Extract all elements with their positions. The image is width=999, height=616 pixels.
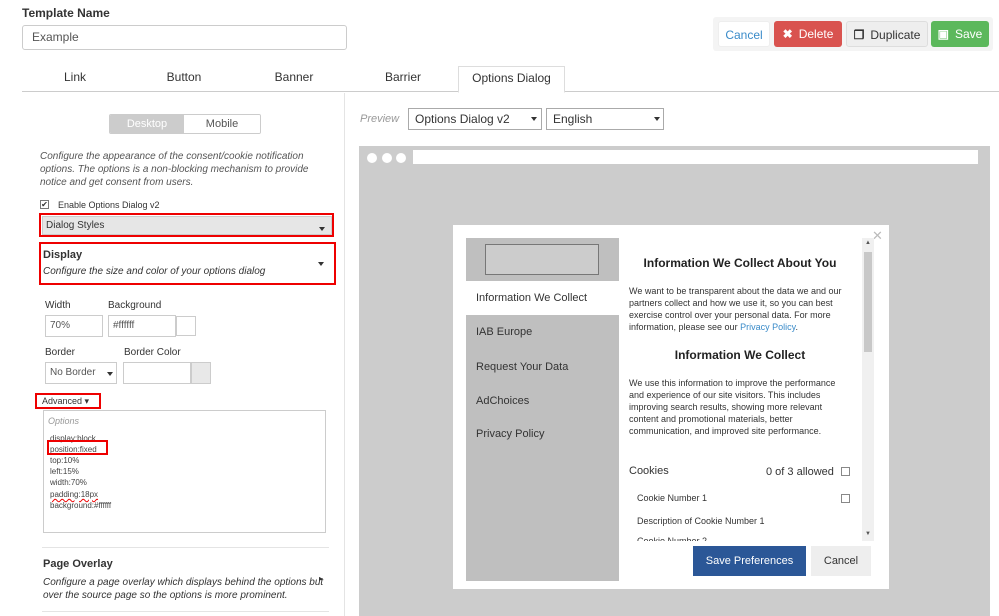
border-color-swatch[interactable] [191,362,211,384]
template-tabs: Link Button Banner Barrier Options Dialo… [22,66,999,93]
window-dot-icon [367,153,377,163]
enable-checkbox[interactable]: ✔ [40,200,49,209]
cookies-checkbox[interactable] [841,467,850,476]
template-name-label: Template Name [22,6,110,20]
copy-icon: ❐ [853,28,865,42]
background-label: Background [108,300,162,311]
option-line: background:#ffffff [50,501,112,510]
highlight-box [39,213,334,237]
divider [42,547,329,548]
cookie-description: Description of Cookie Number 1 [637,516,765,526]
highlight-box [47,440,108,455]
width-input[interactable]: 70% [45,315,103,337]
window-dot-icon [396,153,406,163]
scroll-down-icon[interactable]: ▼ [865,531,871,537]
delete-button[interactable]: ✖ Delete [774,21,842,47]
language-select[interactable]: English [546,108,664,130]
highlight-box [39,242,336,285]
scroll-up-icon[interactable]: ▲ [865,240,871,246]
cookie-name: Cookie Number 1 [637,493,708,503]
nav-item-request-data[interactable]: Request Your Data [476,361,568,373]
window-dot-icon [382,153,392,163]
option-line: top:10% [50,456,80,465]
template-select[interactable]: Options Dialog v2 [408,108,542,130]
tab-options-dialog[interactable]: Options Dialog [458,66,565,93]
chevron-down-icon [107,372,113,376]
highlight-box [35,393,101,409]
save-preferences-button[interactable]: Save Preferences [693,546,806,576]
save-label: Save [954,27,983,41]
dialog-paragraph: We use this information to improve the p… [629,378,836,436]
cancel-button[interactable]: Cancel [718,21,770,47]
scrollbar-thumb[interactable] [864,252,872,352]
cookies-label: Cookies [629,465,669,477]
delete-label: Delete [798,27,834,41]
dialog-paragraph: We want to be transparent about the data… [629,286,842,332]
overlay-subtitle: Configure a page overlay which displays … [43,577,324,601]
tab-banner[interactable]: Banner [240,66,348,92]
nav-item-adchoices[interactable]: AdChoices [476,395,529,407]
chevron-down-icon [531,117,537,121]
options-textarea[interactable] [43,410,326,533]
desktop-toggle[interactable]: Desktop [110,115,184,133]
panel-description: Configure the appearance of the consent/… [40,151,309,188]
dialog-cancel-button[interactable]: Cancel [811,546,871,576]
save-button[interactable]: ▣ Save [931,21,989,47]
dialog-heading: Information We Collect [674,348,806,362]
enable-label: Enable Options Dialog v2 [58,200,160,210]
background-color-swatch[interactable] [176,316,196,336]
address-bar [413,150,978,164]
dialog-heading: Information We Collect About You [643,256,837,270]
background-input[interactable]: #ffffff [108,315,176,337]
preview-label: Preview [360,113,400,125]
tab-button[interactable]: Button [128,66,240,92]
floppy-icon: ▣ [937,27,949,41]
duplicate-label: Duplicate [870,28,921,42]
chevron-right-icon[interactable]: ▸ [319,574,323,583]
options-placeholder: Options [48,416,80,426]
option-line: width:70% [50,478,87,487]
template-name-input[interactable]: Example [22,25,347,50]
nav-item-privacy-policy[interactable]: Privacy Policy [476,428,544,440]
cookies-count: 0 of 3 allowed [766,466,834,478]
nav-item-iab-europe[interactable]: IAB Europe [476,326,532,338]
mobile-toggle[interactable]: Mobile [184,115,260,133]
duplicate-button[interactable]: ❐ Duplicate [846,21,928,47]
device-toggle: Desktop Mobile [109,114,261,134]
width-label: Width [45,300,71,311]
option-line: left:15% [50,467,79,476]
overlay-title: Page Overlay [43,558,113,570]
border-color-label: Border Color [124,347,181,358]
tab-link[interactable]: Link [22,66,128,92]
logo-placeholder [485,244,599,275]
close-icon: ✖ [782,27,793,41]
nav-item-information[interactable]: Information We Collect [476,292,587,304]
border-color-input[interactable] [123,362,191,384]
divider [42,611,329,612]
para-text: We want to be transparent about the data… [629,286,842,332]
cookie-checkbox[interactable] [841,494,850,503]
chevron-down-icon [654,117,660,121]
tab-barrier[interactable]: Barrier [348,66,458,92]
option-line: padding:18px [50,490,99,499]
border-label: Border [45,347,76,358]
privacy-policy-link[interactable]: Privacy Policy [740,322,795,332]
